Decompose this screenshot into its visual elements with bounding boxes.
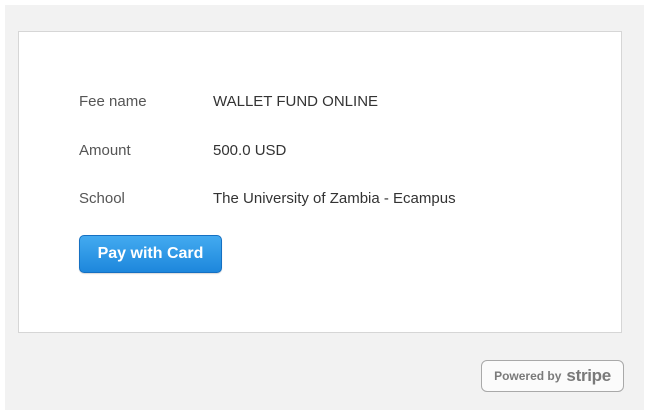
- school-value: The University of Zambia - Ecampus: [213, 189, 456, 207]
- school-row: School The University of Zambia - Ecampu…: [79, 188, 456, 208]
- pay-with-card-button[interactable]: Pay with Card: [79, 235, 222, 273]
- powered-by-stripe-badge[interactable]: Powered by stripe: [481, 360, 624, 392]
- fee-name-label: Fee name: [79, 92, 147, 110]
- fee-name-value: WALLET FUND ONLINE: [213, 92, 379, 110]
- amount-row: Amount 500.0 USD: [79, 140, 286, 160]
- amount-label: Amount: [79, 141, 131, 159]
- amount-value: 500.0 USD: [213, 141, 287, 159]
- page-background: Fee name WALLET FUND ONLINE Amount 500.0…: [5, 5, 644, 410]
- school-label: School: [79, 189, 125, 207]
- payment-details-card: Fee name WALLET FUND ONLINE Amount 500.0…: [18, 31, 622, 333]
- fee-name-row: Fee name WALLET FUND ONLINE: [79, 91, 378, 111]
- stripe-logo: stripe: [566, 366, 611, 385]
- powered-by-text: Powered by: [494, 369, 562, 383]
